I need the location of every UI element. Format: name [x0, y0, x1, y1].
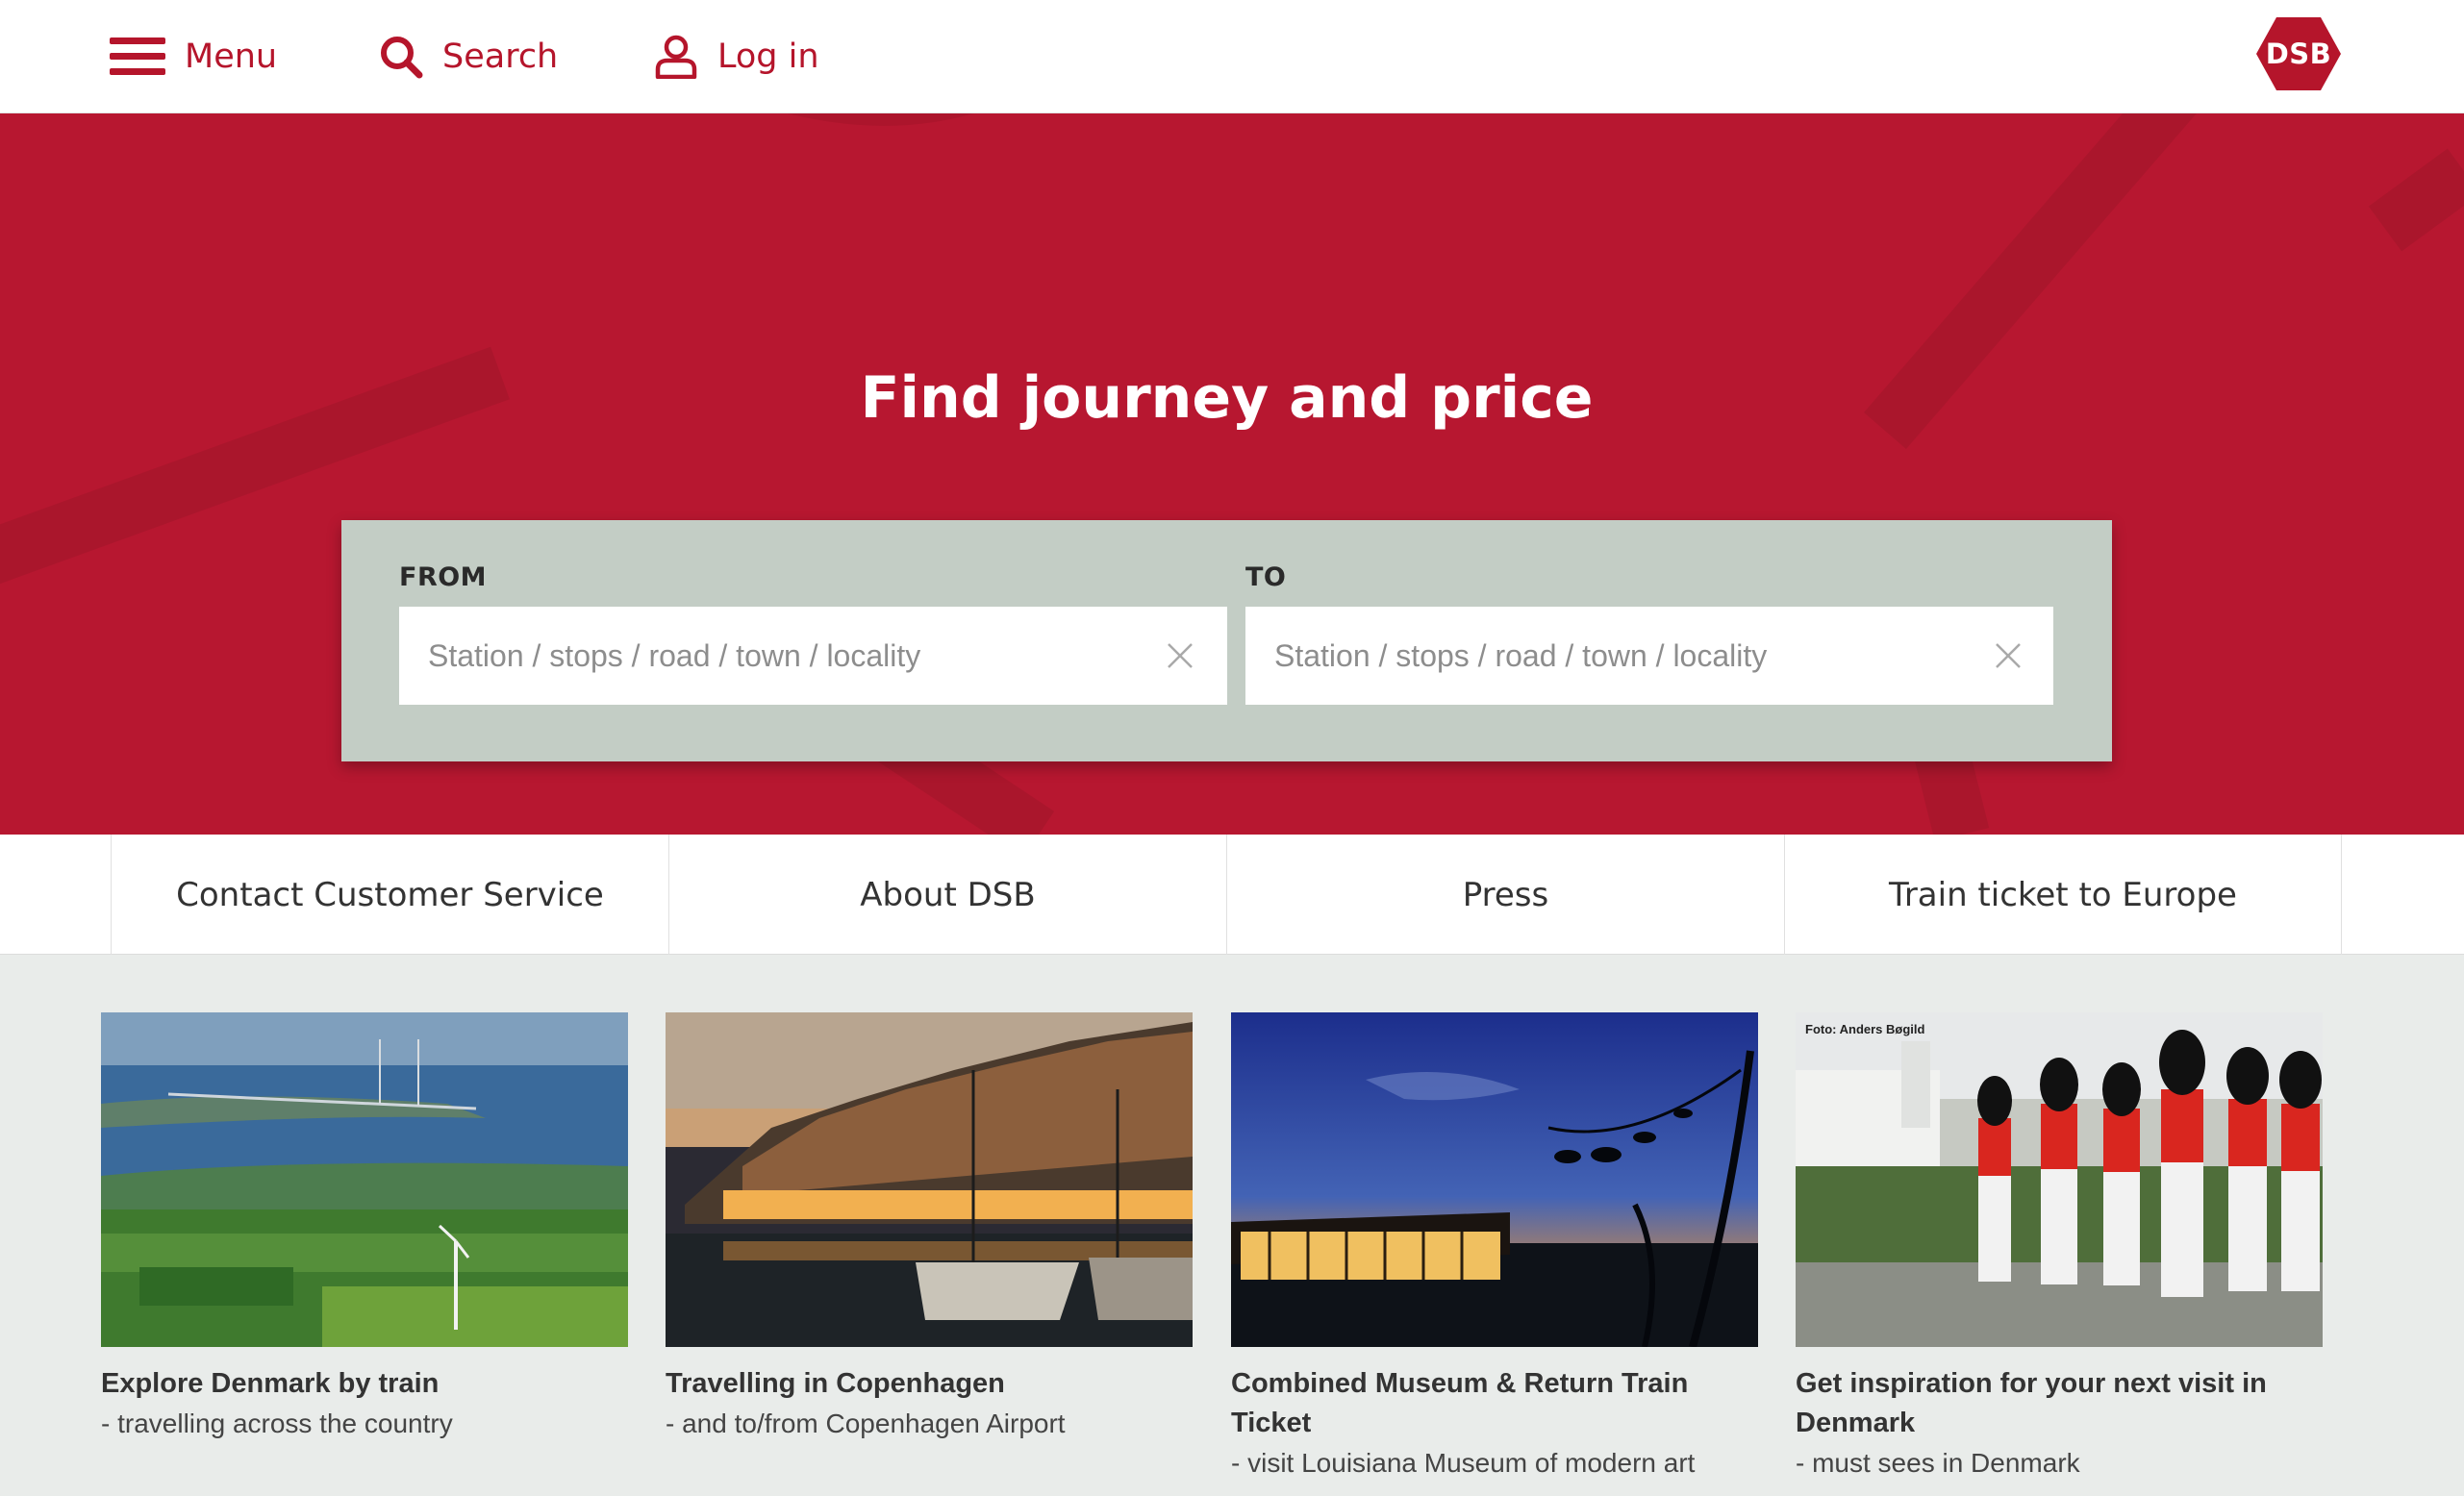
card-subtitle: - visit Louisiana Museum of modern art — [1231, 1448, 1696, 1478]
journey-form: FROM TO — [341, 520, 2112, 761]
login-button[interactable]: Log in — [654, 27, 819, 87]
card-museum-ticket[interactable]: Combined Museum & Return Train Ticket - … — [1231, 1012, 1758, 1483]
to-input[interactable] — [1245, 607, 2053, 705]
from-field[interactable] — [399, 607, 1227, 705]
quicklink-about-dsb[interactable]: About DSB — [668, 835, 1226, 955]
page-title: Find journey and price — [860, 363, 1594, 432]
card-title[interactable]: Explore Denmark by train — [101, 1364, 628, 1404]
search-label: Search — [442, 37, 559, 76]
menu-icon — [110, 37, 165, 75]
to-label: TO — [1245, 562, 1287, 592]
from-clear-icon[interactable] — [1163, 638, 1197, 673]
to-clear-icon[interactable] — [1991, 638, 2025, 673]
card-image-louisiana[interactable] — [1231, 1012, 1758, 1347]
card-inspiration-denmark[interactable]: Foto: Anders Bøgild Get inspiration for … — [1796, 1012, 2323, 1483]
menu-label: Menu — [185, 37, 278, 76]
nyhavn-image — [666, 1012, 1193, 1347]
hero-section: Find journey and price FROM TO — [0, 113, 2464, 835]
card-image-nyhavn[interactable] — [666, 1012, 1193, 1347]
photo-credit: Foto: Anders Bøgild — [1805, 1022, 1925, 1036]
logo-text: DSB — [2265, 37, 2332, 70]
from-input[interactable] — [399, 607, 1227, 705]
card-image-tivoli-guard[interactable]: Foto: Anders Bøgild — [1796, 1012, 2323, 1347]
quicklink-press[interactable]: Press — [1226, 835, 1784, 955]
quicklink-contact-customer-service[interactable]: Contact Customer Service — [111, 835, 668, 955]
quicklink-train-ticket-europe[interactable]: Train ticket to Europe — [1784, 835, 2342, 955]
quick-links: Contact Customer Service About DSB Press… — [0, 835, 2464, 955]
tivoli-guard-image — [1796, 1012, 2323, 1347]
card-subtitle: - travelling across the country — [101, 1409, 453, 1438]
search-button[interactable]: Search — [379, 27, 558, 87]
user-icon — [655, 35, 697, 79]
site-header: Menu Search Log in DSB — [0, 0, 2464, 113]
card-title[interactable]: Get inspiration for your next visit in D… — [1796, 1364, 2323, 1443]
login-label: Log in — [717, 37, 819, 76]
card-title[interactable]: Travelling in Copenhagen — [666, 1364, 1193, 1404]
card-subtitle: - and to/from Copenhagen Airport — [666, 1409, 1066, 1438]
from-label: FROM — [399, 562, 488, 592]
card-image-landscape[interactable] — [101, 1012, 628, 1347]
card-travelling-copenhagen[interactable]: Travelling in Copenhagen - and to/from C… — [666, 1012, 1193, 1443]
louisiana-image — [1231, 1012, 1758, 1347]
dsb-logo[interactable]: DSB — [2255, 15, 2342, 92]
landscape-image — [101, 1012, 628, 1347]
search-icon — [381, 37, 423, 79]
journey-planner: Find journey and price FROM TO — [341, 275, 2112, 761]
to-field[interactable] — [1245, 607, 2053, 705]
menu-button[interactable]: Menu — [110, 27, 277, 87]
card-title[interactable]: Combined Museum & Return Train Ticket — [1231, 1364, 1758, 1443]
card-explore-denmark[interactable]: Explore Denmark by train - travelling ac… — [101, 1012, 628, 1443]
card-subtitle: - must sees in Denmark — [1796, 1448, 2080, 1478]
